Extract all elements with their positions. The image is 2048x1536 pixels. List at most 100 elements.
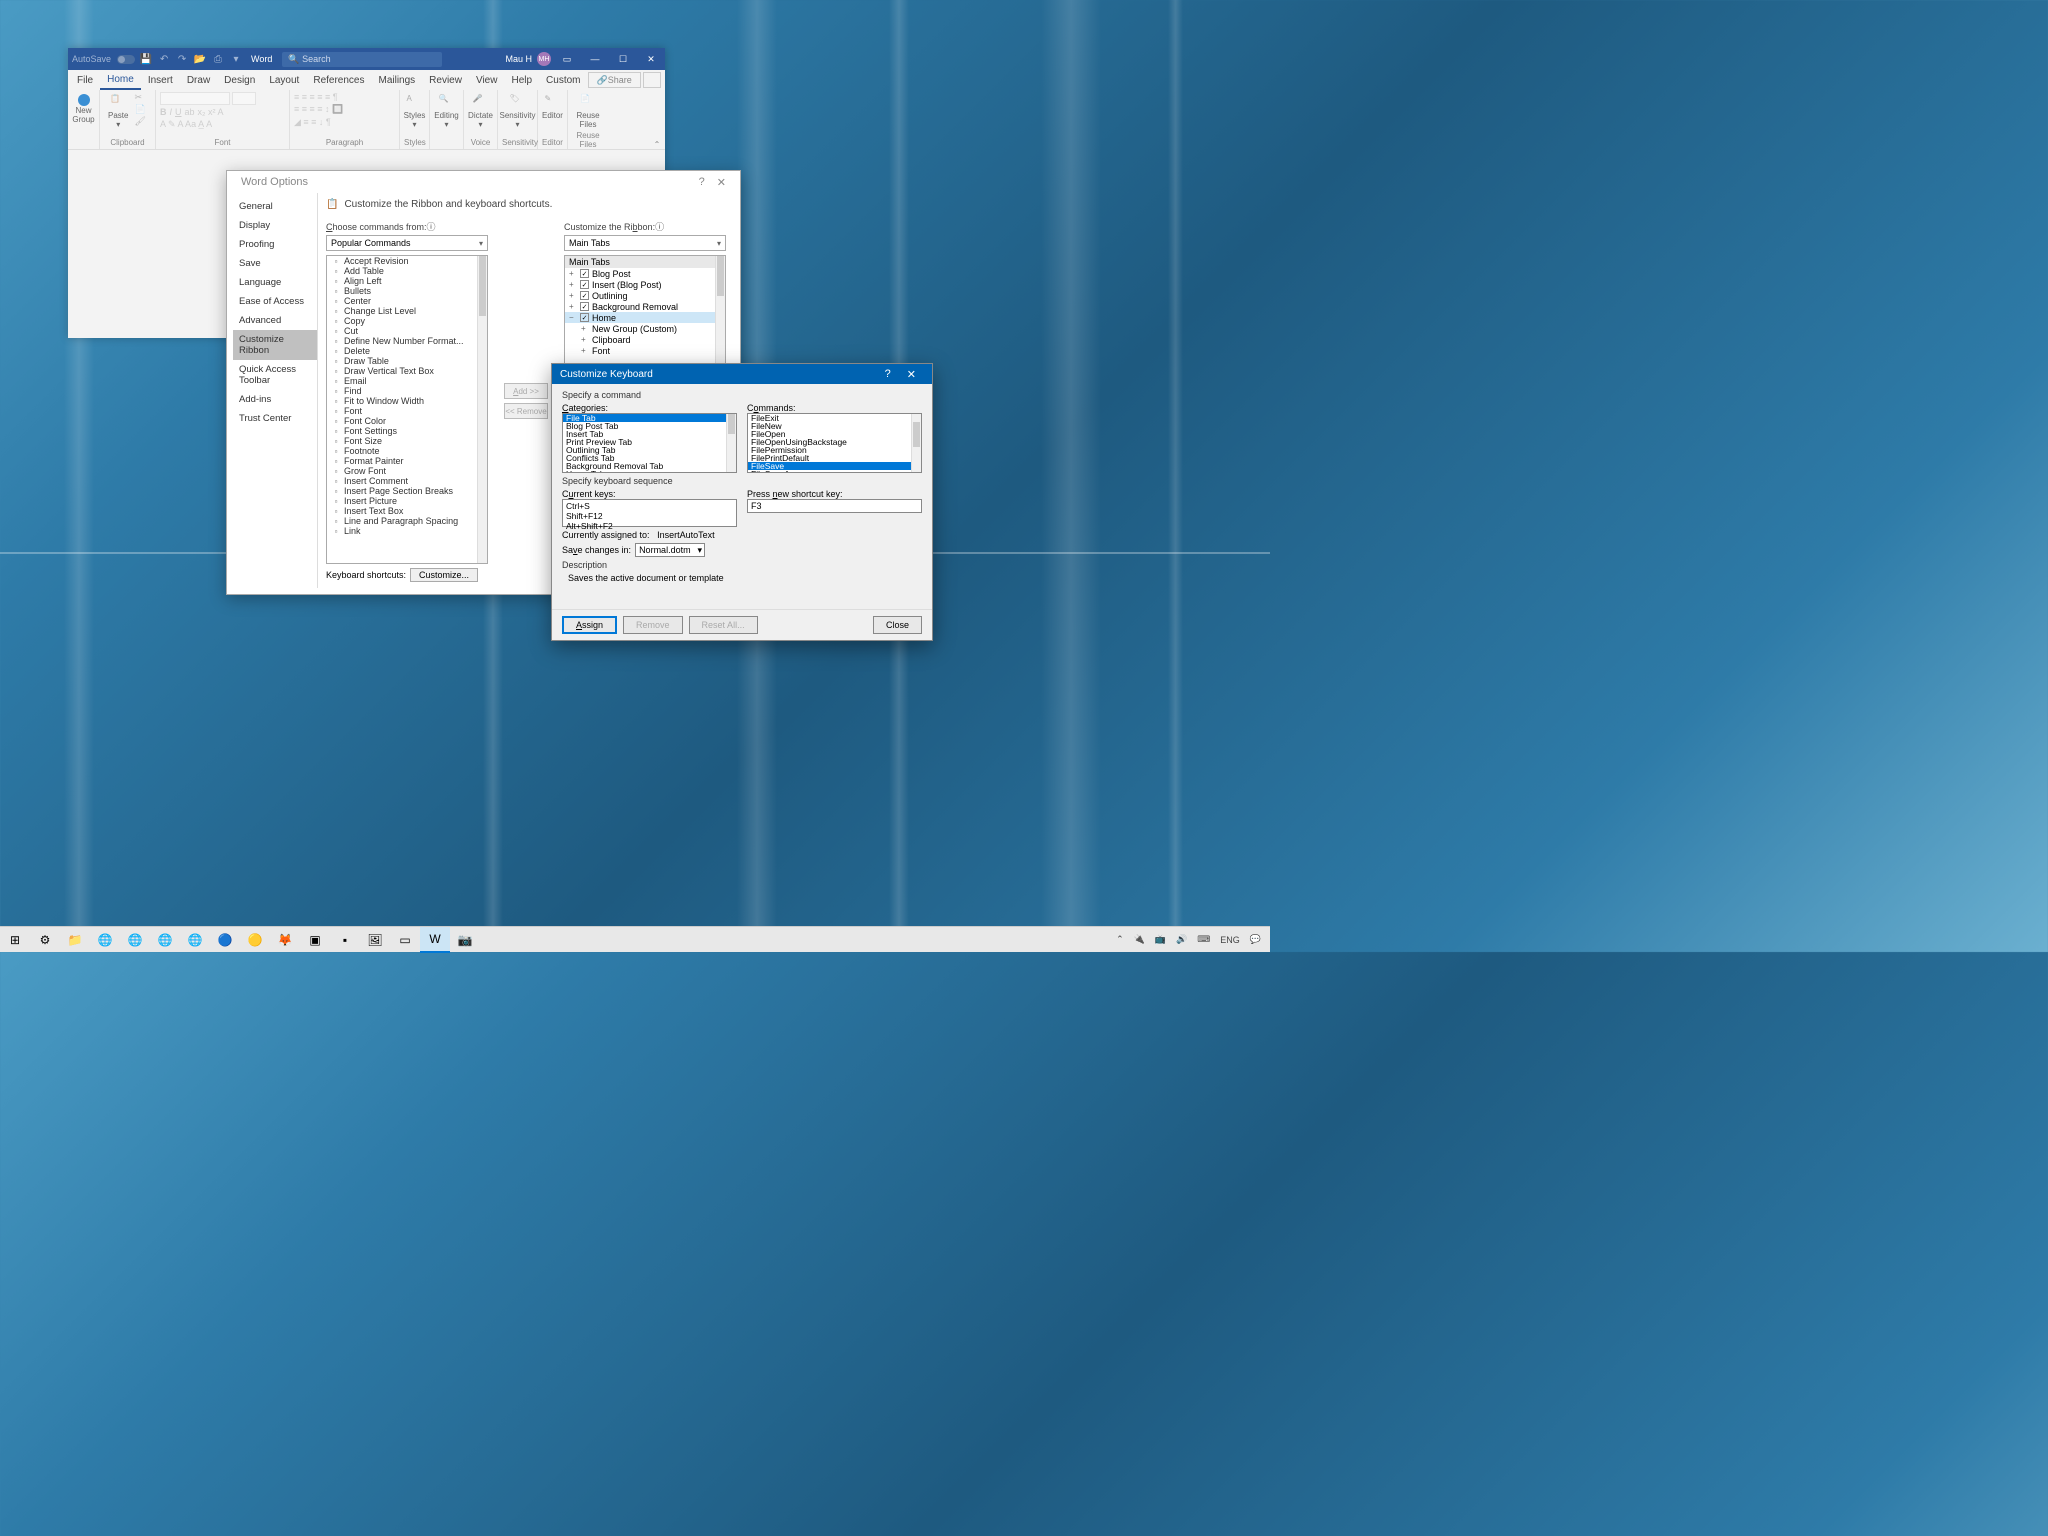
tab-view[interactable]: View	[469, 70, 505, 90]
tree-item[interactable]: +New Group (Custom)	[565, 323, 725, 334]
nav-save[interactable]: Save	[233, 254, 317, 273]
nav-quick-access[interactable]: Quick Access Toolbar	[233, 360, 317, 390]
minimize-button[interactable]: —	[581, 48, 609, 70]
undo-icon[interactable]: ↶	[155, 48, 173, 70]
cmd-icon[interactable]: ▪	[330, 927, 360, 953]
commands-scrollbar[interactable]	[477, 256, 487, 563]
assign-button[interactable]: Assign	[562, 616, 617, 634]
command-item[interactable]: ▫Copy	[327, 316, 487, 326]
customize-keyboard-button[interactable]: Customize...	[410, 568, 478, 582]
command-item[interactable]: ▫Grow Font	[327, 466, 487, 476]
ck-close-icon[interactable]: ✕	[899, 368, 924, 381]
save-icon[interactable]: 💾	[137, 48, 155, 70]
command-item[interactable]: ▫Insert Page Section Breaks▸	[327, 486, 487, 496]
redo-icon[interactable]: ↷	[173, 48, 191, 70]
copy-icon[interactable]: 📄	[134, 104, 145, 115]
maximize-button[interactable]: ☐	[609, 48, 637, 70]
add-button[interactable]: Add >>	[504, 383, 548, 399]
close-button[interactable]: ✕	[637, 48, 665, 70]
chrome-canary-icon[interactable]: 🟡	[240, 927, 270, 953]
chrome-icon[interactable]: 🔵	[210, 927, 240, 953]
command-item[interactable]: ▫Draw Table	[327, 356, 487, 366]
nav-proofing[interactable]: Proofing	[233, 235, 317, 254]
tab-references[interactable]: References	[306, 70, 371, 90]
tab-mailings[interactable]: Mailings	[371, 70, 422, 90]
camera-icon[interactable]: 📷	[450, 927, 480, 953]
file-explorer-icon[interactable]: 📁	[60, 927, 90, 953]
edge-dev-icon[interactable]: 🌐	[150, 927, 180, 953]
folder-icon[interactable]: 📂	[191, 48, 209, 70]
autosave-toggle[interactable]	[117, 55, 135, 64]
nav-addins[interactable]: Add-ins	[233, 390, 317, 409]
task-view-icon[interactable]: ▭	[390, 927, 420, 953]
command-item[interactable]: ▫Define New Number Format...	[327, 336, 487, 346]
command-item[interactable]: ▫Font Settings	[327, 426, 487, 436]
print-icon[interactable]: ⎙	[209, 48, 227, 70]
edge-icon[interactable]: 🌐	[90, 927, 120, 953]
nav-ease-of-access[interactable]: Ease of Access	[233, 292, 317, 311]
editor-button[interactable]: ✎Editor	[542, 92, 563, 122]
settings-icon[interactable]: ⚙	[30, 927, 60, 953]
remove-button[interactable]: << Remove	[504, 403, 548, 419]
nav-language[interactable]: Language	[233, 273, 317, 292]
language-indicator[interactable]: ENG	[1217, 935, 1243, 945]
commands-scrollbar[interactable]	[911, 414, 921, 472]
command-item[interactable]: ▫Accept Revision	[327, 256, 487, 266]
tree-item[interactable]: +✓Insert (Blog Post)	[565, 279, 725, 290]
command-item[interactable]: ▫Line and Paragraph Spacing▸	[327, 516, 487, 526]
tray-chevron-icon[interactable]: ⌃	[1113, 934, 1127, 945]
command-item[interactable]: ▫Center	[327, 296, 487, 306]
command-item[interactable]: ▫Email	[327, 376, 487, 386]
command-item[interactable]: ▫Align Left	[327, 276, 487, 286]
close-dialog-button[interactable]: Close	[873, 616, 922, 634]
paste-button[interactable]: 📋 Paste▾	[104, 92, 132, 131]
tab-layout[interactable]: Layout	[262, 70, 306, 90]
nav-advanced[interactable]: Advanced	[233, 311, 317, 330]
user-avatar[interactable]: MH	[537, 52, 551, 66]
tree-item[interactable]: +Font	[565, 345, 725, 356]
ck-command-item[interactable]: FileSaveAs	[748, 470, 921, 473]
command-item[interactable]: ▫Font▸	[327, 406, 487, 416]
command-item[interactable]: ▫Font Color▸	[327, 416, 487, 426]
command-item[interactable]: ▫Insert Comment	[327, 476, 487, 486]
options-close-icon[interactable]: ✕	[711, 176, 732, 189]
nav-display[interactable]: Display	[233, 216, 317, 235]
reset-all-button[interactable]: Reset All...	[689, 616, 758, 634]
user-name[interactable]: Mau H	[502, 54, 535, 64]
share-button[interactable]: 🔗 Share	[588, 72, 641, 88]
keyboard-icon[interactable]: ⌨	[1194, 934, 1213, 945]
command-item[interactable]: ▫Bullets▸	[327, 286, 487, 296]
command-item[interactable]: ▫Cut	[327, 326, 487, 336]
tab-design[interactable]: Design	[217, 70, 262, 90]
comments-button[interactable]	[643, 72, 661, 88]
terminal-icon[interactable]: ▣	[300, 927, 330, 953]
edge-beta-icon[interactable]: 🌐	[120, 927, 150, 953]
word-taskbar-icon[interactable]: W	[420, 927, 450, 953]
choose-commands-select[interactable]: Popular Commands	[326, 235, 488, 251]
command-item[interactable]: ▫Draw Vertical Text Box	[327, 366, 487, 376]
qat-more-icon[interactable]: ▾	[227, 48, 245, 70]
ck-help-icon[interactable]: ?	[877, 368, 899, 380]
new-group-button[interactable]: New Group	[72, 92, 95, 126]
tree-item[interactable]: +✓Outlining	[565, 290, 725, 301]
reuse-files-button[interactable]: 📄Reuse Files	[572, 92, 604, 131]
command-item[interactable]: ▫Change List Level▸	[327, 306, 487, 316]
collapse-ribbon-icon[interactable]: ⌃	[649, 90, 665, 149]
tab-draw[interactable]: Draw	[180, 70, 217, 90]
command-item[interactable]: ▫Format Painter	[327, 456, 487, 466]
edge-canary-icon[interactable]: 🌐	[180, 927, 210, 953]
nav-trust-center[interactable]: Trust Center	[233, 409, 317, 428]
command-item[interactable]: ▫Delete	[327, 346, 487, 356]
ribbon-mode-icon[interactable]: ▭	[553, 48, 581, 70]
command-item[interactable]: ▫Fit to Window Width	[327, 396, 487, 406]
tab-file[interactable]: File	[70, 70, 100, 90]
save-changes-select[interactable]: Normal.dotm▾	[635, 543, 705, 557]
styles-button[interactable]: AStyles▾	[404, 92, 425, 131]
format-painter-icon[interactable]: 🖌	[134, 116, 145, 127]
command-item[interactable]: ▫Font Size▸	[327, 436, 487, 446]
search-box[interactable]: 🔍 Search	[282, 52, 442, 67]
tab-review[interactable]: Review	[422, 70, 469, 90]
nav-general[interactable]: General	[233, 197, 317, 216]
current-keys-list[interactable]: Ctrl+SShift+F12Alt+Shift+F2	[562, 499, 737, 527]
tab-help[interactable]: Help	[504, 70, 539, 90]
